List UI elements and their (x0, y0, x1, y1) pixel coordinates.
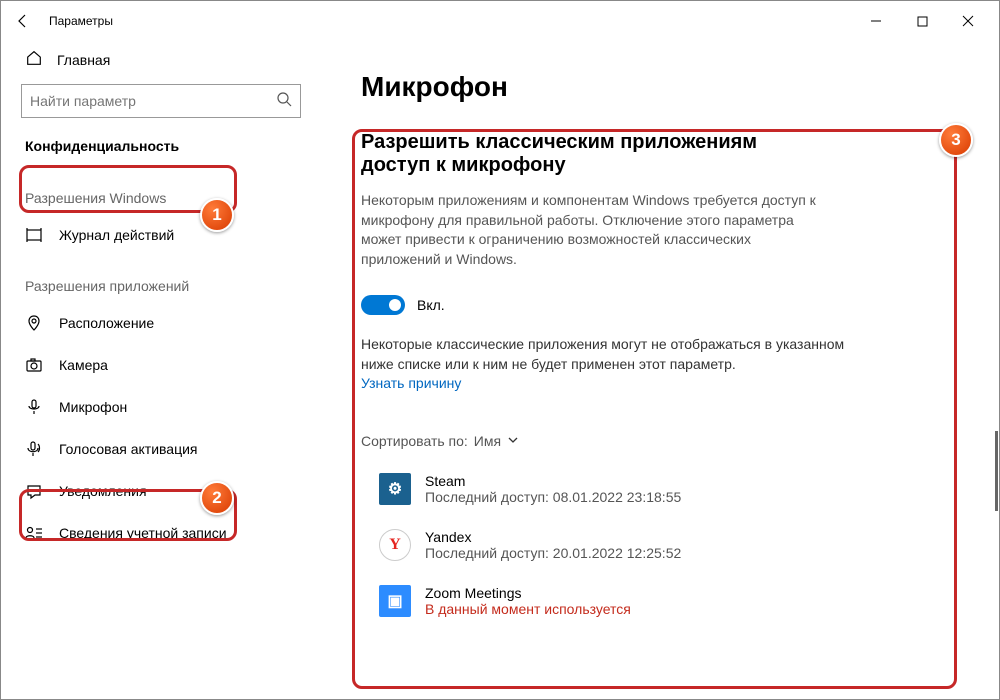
microphone-icon (25, 398, 43, 416)
sidebar-item-account-info[interactable]: Сведения учетной записи (1, 512, 321, 554)
sidebar-item-label: Голосовая активация (59, 441, 198, 457)
scrollbar[interactable] (995, 431, 998, 511)
sidebar-group-windows: Разрешения Windows (1, 168, 321, 214)
sidebar-item-voice-activation[interactable]: Голосовая активация (1, 428, 321, 470)
sidebar-item-label: Расположение (59, 315, 154, 331)
app-name: Steam (425, 473, 681, 489)
app-text: Yandex Последний доступ: 20.01.2022 12:2… (425, 529, 681, 561)
toggle-knob (389, 299, 401, 311)
sidebar-item-notifications[interactable]: Уведомления (1, 470, 321, 512)
allow-desktop-apps-toggle[interactable] (361, 295, 405, 315)
location-icon (25, 314, 43, 332)
list-item[interactable]: Y Yandex Последний доступ: 20.01.2022 12… (361, 519, 959, 575)
content-pane[interactable]: Микрофон Разрешить классическим приложен… (321, 41, 999, 699)
app-name: Yandex (425, 529, 681, 545)
app-text: Zoom Meetings В данный момент использует… (425, 585, 631, 617)
window-controls (853, 5, 991, 37)
app-last-access: Последний доступ: 20.01.2022 12:25:52 (425, 545, 681, 561)
search-wrap (1, 78, 321, 124)
app-icon-steam: ⚙ (379, 473, 411, 505)
section-subtitle: Разрешить классическим приложениям досту… (361, 131, 831, 177)
app-name: Zoom Meetings (425, 585, 631, 601)
app-last-access: Последний доступ: 08.01.2022 23:18:55 (425, 489, 681, 505)
sidebar-home[interactable]: Главная (1, 41, 321, 78)
minimize-button[interactable] (853, 5, 899, 37)
sidebar-item-label: Уведомления (59, 483, 147, 499)
window-body: Главная Конфиденциальность Разрешения Wi… (1, 41, 999, 699)
desktop-app-list: ⚙ Steam Последний доступ: 08.01.2022 23:… (361, 463, 959, 631)
sidebar-home-label: Главная (57, 52, 110, 68)
sidebar: Главная Конфиденциальность Разрешения Wi… (1, 41, 321, 699)
page-title: Микрофон (361, 71, 959, 103)
list-item[interactable]: ⚙ Steam Последний доступ: 08.01.2022 23:… (361, 463, 959, 519)
app-icon-yandex: Y (379, 529, 411, 561)
window-title: Параметры (49, 14, 113, 28)
app-text: Steam Последний доступ: 08.01.2022 23:18… (425, 473, 681, 505)
close-button[interactable] (945, 5, 991, 37)
section-description: Некоторым приложениям и компонентам Wind… (361, 191, 831, 269)
sort-label: Сортировать по: (361, 433, 468, 449)
titlebar: Параметры (1, 1, 999, 41)
search-box[interactable] (21, 84, 301, 118)
activity-history-icon (25, 226, 43, 244)
search-icon (276, 91, 292, 112)
sidebar-item-camera[interactable]: Камера (1, 344, 321, 386)
sidebar-item-label: Сведения учетной записи (59, 525, 227, 541)
list-item[interactable]: ▣ Zoom Meetings В данный момент использу… (361, 575, 959, 631)
back-button[interactable] (9, 1, 37, 41)
app-icon-zoom: ▣ (379, 585, 411, 617)
sidebar-item-microphone[interactable]: Микрофон (1, 386, 321, 428)
sidebar-item-location[interactable]: Расположение (1, 302, 321, 344)
allow-desktop-apps-toggle-row: Вкл. (361, 295, 959, 315)
sidebar-item-label: Журнал действий (59, 227, 174, 243)
search-input[interactable] (30, 93, 276, 109)
voice-activation-icon (25, 440, 43, 458)
sidebar-group-apps: Разрешения приложений (1, 256, 321, 302)
notifications-icon (25, 482, 43, 500)
chevron-down-icon (507, 433, 519, 449)
sidebar-section-header: Конфиденциальность (1, 124, 321, 168)
maximize-button[interactable] (899, 5, 945, 37)
camera-icon (25, 356, 43, 374)
toggle-label: Вкл. (417, 297, 445, 313)
account-info-icon (25, 524, 43, 542)
settings-window: Параметры Главная (0, 0, 1000, 700)
note-text: Некоторые классические приложения могут … (361, 335, 851, 374)
sidebar-item-label: Микрофон (59, 399, 127, 415)
app-in-use: В данный момент используется (425, 601, 631, 617)
sort-value: Имя (474, 433, 501, 449)
sidebar-item-activity-history[interactable]: Журнал действий (1, 214, 321, 256)
sort-by[interactable]: Сортировать по: Имя (361, 433, 959, 449)
learn-more-link[interactable]: Узнать причину (361, 375, 959, 391)
sidebar-item-label: Камера (59, 357, 108, 373)
home-icon (25, 49, 43, 70)
